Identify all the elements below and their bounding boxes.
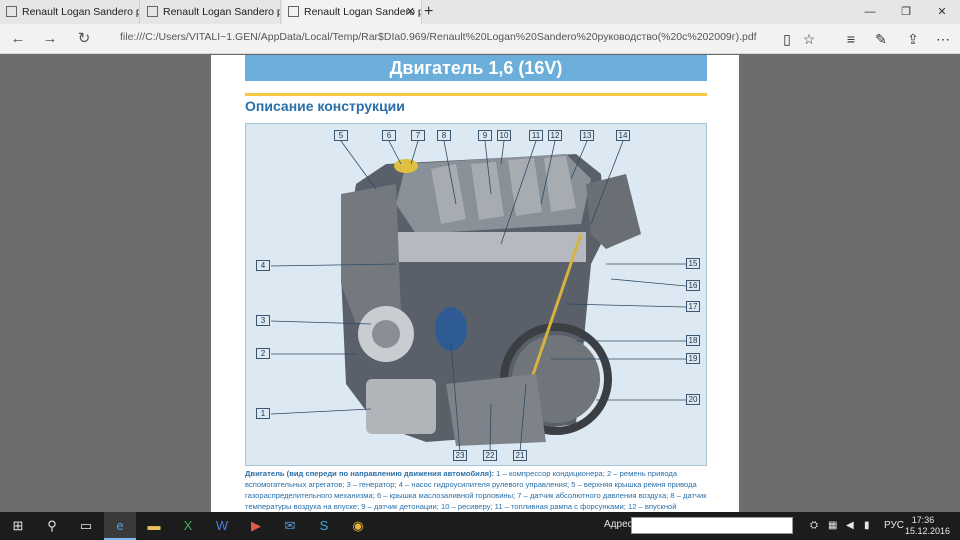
navigation-bar: ← → ↻ file:///C:/Users/VITALI~1.GEN/AppD… bbox=[0, 24, 960, 54]
taskbar: ⊞ ⚲ ▭ e ▬ X W ▶ ✉ S ◉ Адрес ⛭ ▦ ◀ ▮ РУС … bbox=[0, 512, 960, 540]
back-button[interactable]: ← bbox=[6, 28, 30, 50]
address-toolbar-label: Адрес bbox=[604, 519, 633, 530]
accent-divider bbox=[245, 93, 707, 96]
callout-12: 12 bbox=[548, 130, 562, 141]
media-player-icon[interactable]: ▶ bbox=[240, 512, 272, 540]
callout-11: 11 bbox=[529, 130, 543, 141]
callout-8: 8 bbox=[437, 130, 451, 141]
caption-title: Двигатель (вид спереди по направлению дв… bbox=[245, 469, 495, 478]
tab-title: Renault Logan Sandero руко bbox=[22, 6, 139, 18]
tab-3-active[interactable]: Renault Logan Sandero р ✕ bbox=[282, 0, 422, 24]
callout-17: 17 bbox=[686, 301, 700, 312]
volume-icon[interactable]: ◀ bbox=[846, 512, 854, 540]
word-icon[interactable]: W bbox=[206, 512, 238, 540]
skype-icon[interactable]: S bbox=[308, 512, 340, 540]
callout-21: 21 bbox=[513, 450, 527, 461]
share-icon[interactable]: ⇪ bbox=[902, 29, 924, 49]
clock-date: 15.12.2016 bbox=[905, 526, 951, 536]
task-view-icon[interactable]: ▭ bbox=[70, 512, 102, 540]
new-tab-button[interactable]: + bbox=[424, 2, 433, 22]
callout-22: 22 bbox=[483, 450, 497, 461]
close-tab-icon[interactable]: ✕ bbox=[406, 0, 415, 24]
callout-10: 10 bbox=[497, 130, 511, 141]
callout-16: 16 bbox=[686, 280, 700, 291]
tab-title: Renault Logan Sandero р bbox=[163, 6, 281, 18]
pdf-tab-icon bbox=[288, 6, 299, 17]
address-bar[interactable]: file:///C:/Users/VITALI~1.GEN/AppData/Lo… bbox=[120, 31, 757, 43]
callout-3: 3 bbox=[256, 315, 270, 326]
callout-6: 6 bbox=[382, 130, 396, 141]
hub-icon[interactable]: ≡ bbox=[840, 29, 862, 49]
system-clock[interactable]: 17:36 15.12.2016 bbox=[905, 515, 951, 537]
pdf-tab-icon bbox=[147, 6, 158, 17]
excel-icon[interactable]: X bbox=[172, 512, 204, 540]
callout-13: 13 bbox=[580, 130, 594, 141]
pdf-viewer[interactable]: Двигатель 1,6 (16V) Описание конструкции bbox=[0, 55, 960, 512]
people-icon[interactable]: ⛭ bbox=[810, 512, 818, 540]
refresh-button[interactable]: ↻ bbox=[72, 28, 96, 50]
battery-icon[interactable]: ▮ bbox=[864, 512, 870, 540]
tab-1[interactable]: Renault Logan Sandero руко bbox=[0, 0, 140, 24]
callout-15: 15 bbox=[686, 258, 700, 269]
callout-18: 18 bbox=[686, 335, 700, 346]
minimize-button[interactable]: — bbox=[852, 0, 888, 24]
callout-2: 2 bbox=[256, 348, 270, 359]
clock-time: 17:36 bbox=[911, 515, 935, 525]
start-icon[interactable]: ⊞ bbox=[2, 512, 34, 540]
callout-4: 4 bbox=[256, 260, 270, 271]
edge-icon[interactable]: e bbox=[104, 512, 136, 540]
search-icon[interactable]: ⚲ bbox=[36, 512, 68, 540]
mail-icon[interactable]: ✉ bbox=[274, 512, 306, 540]
engine-illustration bbox=[270, 140, 687, 453]
section-heading: Описание конструкции bbox=[245, 98, 405, 114]
more-icon[interactable]: ⋯ bbox=[932, 29, 954, 49]
chrome-icon[interactable]: ◉ bbox=[342, 512, 374, 540]
page-title: Двигатель 1,6 (16V) bbox=[245, 55, 707, 81]
callout-9: 9 bbox=[478, 130, 492, 141]
callout-23: 23 bbox=[453, 450, 467, 461]
callout-7: 7 bbox=[411, 130, 425, 141]
close-window-button[interactable]: ✕ bbox=[924, 0, 960, 24]
favorite-star-icon[interactable]: ☆ bbox=[798, 29, 820, 49]
address-toolbar-input[interactable] bbox=[631, 517, 793, 534]
network-icon[interactable]: ▦ bbox=[828, 512, 837, 540]
restore-button[interactable]: ❐ bbox=[888, 0, 924, 24]
pdf-page: Двигатель 1,6 (16V) Описание конструкции bbox=[211, 55, 739, 512]
tab-2[interactable]: Renault Logan Sandero р bbox=[141, 0, 281, 24]
callout-20: 20 bbox=[686, 394, 700, 405]
explorer-icon[interactable]: ▬ bbox=[138, 512, 170, 540]
callout-19: 19 bbox=[686, 353, 700, 364]
callout-5: 5 bbox=[334, 130, 348, 141]
forward-button[interactable]: → bbox=[38, 28, 62, 50]
tab-title: Renault Logan Sandero р bbox=[304, 6, 422, 18]
tab-bar: Renault Logan Sandero руко Renault Logan… bbox=[0, 0, 960, 24]
reading-view-icon[interactable]: ▯ bbox=[776, 29, 798, 49]
figure-caption: Двигатель (вид спереди по направлению дв… bbox=[245, 468, 715, 512]
callout-14: 14 bbox=[616, 130, 630, 141]
engine-figure: 5 6 7 8 9 10 11 12 13 14 4 3 2 1 15 16 1… bbox=[245, 123, 707, 466]
language-indicator[interactable]: РУС bbox=[884, 512, 904, 540]
pdf-tab-icon bbox=[6, 6, 17, 17]
web-note-icon[interactable]: ✎ bbox=[870, 29, 892, 49]
callout-1: 1 bbox=[256, 408, 270, 419]
